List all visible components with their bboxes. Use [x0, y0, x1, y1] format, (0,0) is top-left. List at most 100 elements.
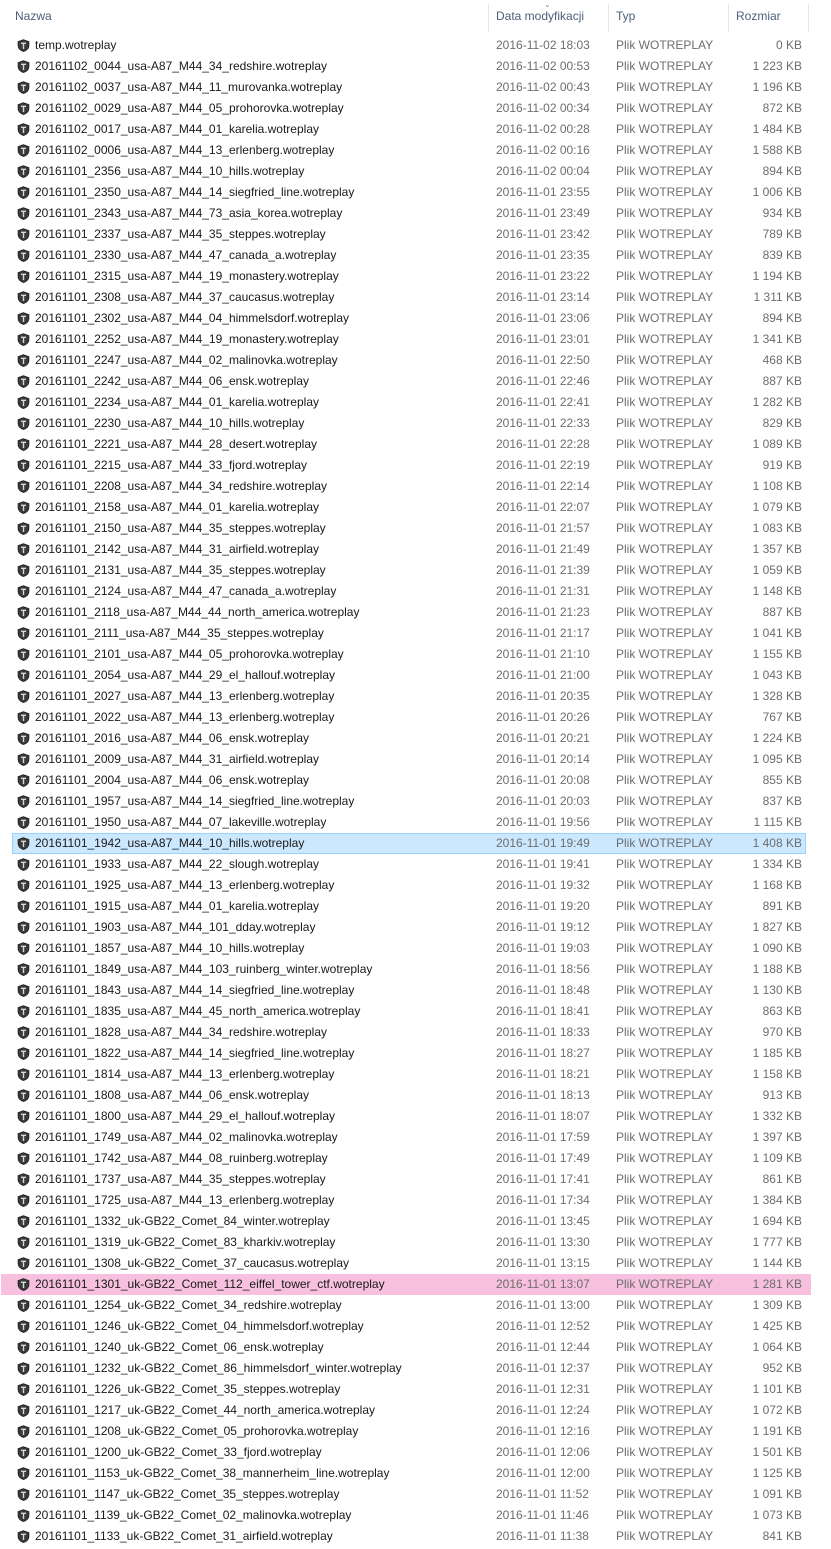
- file-type: Plik WOTREPLAY: [616, 878, 714, 892]
- file-row[interactable]: 20161101_1942_usa-A87_M44_10_hills.wotre…: [12, 833, 806, 854]
- file-row[interactable]: 20161101_1903_usa-A87_M44_101_dday.wotre…: [12, 917, 806, 938]
- file-name: 20161101_1808_usa-A87_M44_06_ensk.wotrep…: [35, 1088, 309, 1102]
- file-row[interactable]: 20161101_1332_uk-GB22_Comet_84_winter.wo…: [12, 1211, 806, 1232]
- file-row[interactable]: 20161102_0037_usa-A87_M44_11_murovanka.w…: [12, 77, 806, 98]
- column-divider[interactable]: [808, 4, 809, 32]
- file-row[interactable]: 20161101_2158_usa-A87_M44_01_karelia.wot…: [12, 497, 806, 518]
- file-row[interactable]: 20161101_2330_usa-A87_M44_47_canada_a.wo…: [12, 245, 806, 266]
- file-row[interactable]: 20161101_1208_uk-GB22_Comet_05_prohorovk…: [12, 1421, 806, 1442]
- file-row[interactable]: 20161102_0006_usa-A87_M44_13_erlenberg.w…: [12, 140, 806, 161]
- file-row[interactable]: 20161101_1828_usa-A87_M44_34_redshire.wo…: [12, 1022, 806, 1043]
- file-row[interactable]: 20161101_1226_uk-GB22_Comet_35_steppes.w…: [12, 1379, 806, 1400]
- file-row[interactable]: temp.wotreplay 2016-11-02 18:03 Plik WOTRE…: [12, 35, 806, 56]
- file-row[interactable]: 20161101_2252_usa-A87_M44_19_monastery.w…: [12, 329, 806, 350]
- file-row[interactable]: 20161101_1849_usa-A87_M44_103_ruinberg_w…: [12, 959, 806, 980]
- file-size: 1 194 KB: [752, 269, 802, 283]
- file-row[interactable]: 20161101_2142_usa-A87_M44_31_airfield.wo…: [12, 539, 806, 560]
- file-row[interactable]: 20161101_2009_usa-A87_M44_31_airfield.wo…: [12, 749, 806, 770]
- file-size: 1 158 KB: [752, 1067, 802, 1081]
- file-row[interactable]: 20161101_1933_usa-A87_M44_22_slough.wotr…: [12, 854, 806, 875]
- file-row[interactable]: 20161101_1814_usa-A87_M44_13_erlenberg.w…: [12, 1064, 806, 1085]
- file-date: 2016-11-01 13:45: [496, 1214, 590, 1228]
- column-divider[interactable]: [608, 4, 609, 32]
- file-row[interactable]: 20161101_2302_usa-A87_M44_04_himmelsdorf…: [12, 308, 806, 329]
- file-row[interactable]: 20161101_2150_usa-A87_M44_35_steppes.wot…: [12, 518, 806, 539]
- file-size: 1 108 KB: [752, 479, 802, 493]
- file-name: 20161101_2242_usa-A87_M44_06_ensk.wotrep…: [35, 374, 309, 388]
- file-row[interactable]: 20161101_2343_usa-A87_M44_73_asia_korea.…: [12, 203, 806, 224]
- file-row[interactable]: 20161101_2221_usa-A87_M44_28_desert.wotr…: [12, 434, 806, 455]
- file-row[interactable]: 20161101_2356_usa-A87_M44_10_hills.wotre…: [12, 161, 806, 182]
- file-row[interactable]: 20161101_1200_uk-GB22_Comet_33_fjord.wot…: [12, 1442, 806, 1463]
- file-row[interactable]: 20161101_1301_uk-GB22_Comet_112_eiffel_t…: [1, 1274, 811, 1295]
- file-type: Plik WOTREPLAY: [616, 479, 714, 493]
- file-row[interactable]: 20161101_2016_usa-A87_M44_06_ensk.wotrep…: [12, 728, 806, 749]
- column-header-type[interactable]: Typ: [616, 0, 726, 33]
- file-row[interactable]: 20161101_1957_usa-A87_M44_14_siegfried_l…: [12, 791, 806, 812]
- file-row[interactable]: 20161101_1749_usa-A87_M44_02_malinovka.w…: [12, 1127, 806, 1148]
- file-row[interactable]: 20161101_1800_usa-A87_M44_29_el_hallouf.…: [12, 1106, 806, 1127]
- file-row[interactable]: 20161101_2350_usa-A87_M44_14_siegfried_l…: [12, 182, 806, 203]
- file-row[interactable]: 20161101_1147_uk-GB22_Comet_35_steppes.w…: [12, 1484, 806, 1505]
- column-header-date[interactable]: Data modyfikacji: [496, 0, 608, 33]
- file-row[interactable]: 20161101_1737_usa-A87_M44_35_steppes.wot…: [12, 1169, 806, 1190]
- file-row[interactable]: 20161101_2242_usa-A87_M44_06_ensk.wotrep…: [12, 371, 806, 392]
- file-date: 2016-11-02 18:03: [496, 38, 590, 52]
- file-row[interactable]: 20161101_1232_uk-GB22_Comet_86_himmelsdo…: [12, 1358, 806, 1379]
- file-row[interactable]: 20161101_1808_usa-A87_M44_06_ensk.wotrep…: [12, 1085, 806, 1106]
- file-row[interactable]: 20161101_2315_usa-A87_M44_19_monastery.w…: [12, 266, 806, 287]
- file-row[interactable]: 20161101_1950_usa-A87_M44_07_lakeville.w…: [12, 812, 806, 833]
- file-row[interactable]: 20161101_2234_usa-A87_M44_01_karelia.wot…: [12, 392, 806, 413]
- file-row[interactable]: 20161101_2101_usa-A87_M44_05_prohorovka.…: [12, 644, 806, 665]
- file-row[interactable]: 20161101_2004_usa-A87_M44_06_ensk.wotrep…: [12, 770, 806, 791]
- column-divider[interactable]: [488, 4, 489, 32]
- wot-replay-icon: [17, 1215, 30, 1228]
- file-row[interactable]: 20161101_2027_usa-A87_M44_13_erlenberg.w…: [12, 686, 806, 707]
- file-row[interactable]: 20161101_1925_usa-A87_M44_13_erlenberg.w…: [12, 875, 806, 896]
- file-row[interactable]: 20161101_2208_usa-A87_M44_34_redshire.wo…: [12, 476, 806, 497]
- file-row[interactable]: 20161101_1822_usa-A87_M44_14_siegfried_l…: [12, 1043, 806, 1064]
- file-row[interactable]: 20161101_1843_usa-A87_M44_14_siegfried_l…: [12, 980, 806, 1001]
- file-size: 894 KB: [762, 164, 802, 178]
- column-header-size[interactable]: Rozmiar: [736, 0, 816, 33]
- file-date: 2016-11-01 18:27: [496, 1046, 590, 1060]
- file-row[interactable]: 20161101_1725_usa-A87_M44_13_erlenberg.w…: [12, 1190, 806, 1211]
- file-row[interactable]: 20161101_2111_usa-A87_M44_35_steppes.wot…: [12, 623, 806, 644]
- file-row[interactable]: 20161101_1254_uk-GB22_Comet_34_redshire.…: [12, 1295, 806, 1316]
- file-row[interactable]: 20161102_0029_usa-A87_M44_05_prohorovka.…: [12, 98, 806, 119]
- column-divider[interactable]: [728, 4, 729, 32]
- file-row[interactable]: 20161101_2131_usa-A87_M44_35_steppes.wot…: [12, 560, 806, 581]
- file-size: 1 109 KB: [752, 1151, 802, 1165]
- file-size: 1 059 KB: [752, 563, 802, 577]
- file-row[interactable]: 20161102_0044_usa-A87_M44_34_redshire.wo…: [12, 56, 806, 77]
- file-type: Plik WOTREPLAY: [616, 353, 714, 367]
- file-row[interactable]: 20161101_2308_usa-A87_M44_37_caucasus.wo…: [12, 287, 806, 308]
- file-row[interactable]: 20161101_2215_usa-A87_M44_33_fjord.wotre…: [12, 455, 806, 476]
- file-row[interactable]: 20161101_2230_usa-A87_M44_10_hills.wotre…: [12, 413, 806, 434]
- file-type: Plik WOTREPLAY: [616, 542, 714, 556]
- file-row[interactable]: 20161101_1835_usa-A87_M44_45_north_ameri…: [12, 1001, 806, 1022]
- file-row[interactable]: 20161101_1246_uk-GB22_Comet_04_himmelsdo…: [12, 1316, 806, 1337]
- file-row[interactable]: 20161101_1240_uk-GB22_Comet_06_ensk.wotr…: [12, 1337, 806, 1358]
- file-row[interactable]: 20161102_0017_usa-A87_M44_01_karelia.wot…: [12, 119, 806, 140]
- file-row[interactable]: 20161101_2337_usa-A87_M44_35_steppes.wot…: [12, 224, 806, 245]
- file-row[interactable]: 20161101_1308_uk-GB22_Comet_37_caucasus.…: [12, 1253, 806, 1274]
- file-row[interactable]: 20161101_2022_usa-A87_M44_13_erlenberg.w…: [12, 707, 806, 728]
- file-row[interactable]: 20161101_1133_uk-GB22_Comet_31_airfield.…: [12, 1526, 806, 1547]
- file-row[interactable]: 20161101_1153_uk-GB22_Comet_38_mannerhei…: [12, 1463, 806, 1484]
- column-header-name[interactable]: Nazwa: [15, 0, 485, 33]
- file-row[interactable]: 20161101_1742_usa-A87_M44_08_ruinberg.wo…: [12, 1148, 806, 1169]
- file-row[interactable]: 20161101_1319_uk-GB22_Comet_83_kharkiv.w…: [12, 1232, 806, 1253]
- file-size: 1 223 KB: [752, 59, 802, 73]
- file-row[interactable]: 20161101_2118_usa-A87_M44_44_north_ameri…: [12, 602, 806, 623]
- file-row[interactable]: 20161101_2054_usa-A87_M44_29_el_hallouf.…: [12, 665, 806, 686]
- file-size: 1 144 KB: [752, 1256, 802, 1270]
- file-date: 2016-11-01 18:56: [496, 962, 590, 976]
- file-row[interactable]: 20161101_1139_uk-GB22_Comet_02_malinovka…: [12, 1505, 806, 1526]
- file-row[interactable]: 20161101_1915_usa-A87_M44_01_karelia.wot…: [12, 896, 806, 917]
- file-row[interactable]: 20161101_1857_usa-A87_M44_10_hills.wotre…: [12, 938, 806, 959]
- file-row[interactable]: 20161101_1217_uk-GB22_Comet_44_north_ame…: [12, 1400, 806, 1421]
- file-type: Plik WOTREPLAY: [616, 647, 714, 661]
- file-row[interactable]: 20161101_2124_usa-A87_M44_47_canada_a.wo…: [12, 581, 806, 602]
- file-row[interactable]: 20161101_2247_usa-A87_M44_02_malinovka.w…: [12, 350, 806, 371]
